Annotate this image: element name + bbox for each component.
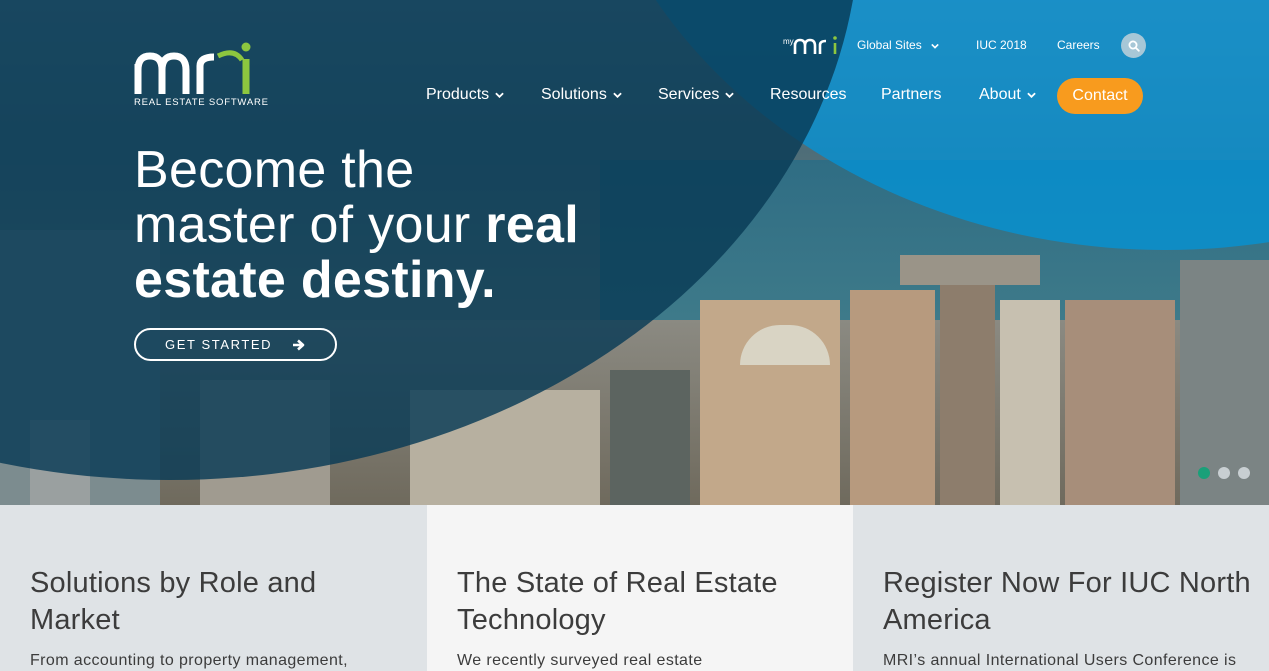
nav-products[interactable]: Products [426, 86, 504, 104]
carousel-dot-1[interactable] [1198, 467, 1210, 479]
chevron-down-icon [931, 43, 939, 49]
card-body: MRI’s annual International Users Confere… [883, 652, 1237, 669]
card-body: From accounting to property management, [30, 652, 348, 669]
hero-banner: REAL ESTATE SOFTWARE my Global Sites IUC… [0, 0, 1269, 505]
carousel-dot-3[interactable] [1238, 467, 1250, 479]
nav-resources[interactable]: Resources [770, 86, 846, 104]
logo-tagline: REAL ESTATE SOFTWARE [134, 97, 269, 108]
iuc-link[interactable]: IUC 2018 [976, 38, 1027, 52]
svg-text:my: my [783, 37, 794, 46]
nav-about[interactable]: About [979, 86, 1036, 104]
card-title: Solutions by Role and Market [30, 567, 317, 636]
chevron-down-icon [1027, 92, 1036, 98]
search-button[interactable] [1121, 33, 1146, 58]
get-started-label: GET STARTED [165, 337, 273, 352]
chevron-down-icon [725, 92, 735, 98]
card-body: We recently surveyed real estate [457, 652, 703, 669]
contact-button[interactable]: Contact [1057, 78, 1143, 114]
hero-line-2: master of your [134, 196, 486, 254]
chevron-down-icon [613, 92, 622, 98]
card-state-of-tech[interactable]: The State of Real Estate Technology We r… [427, 505, 853, 671]
hero-line-1: Become the [134, 141, 415, 199]
hero-line-3: estate destiny. [134, 251, 496, 309]
card-title: Register Now For IUC North America [883, 567, 1251, 636]
nav-solutions[interactable]: Solutions [541, 86, 622, 104]
nav-about-label: About [979, 86, 1021, 103]
arrow-right-icon [293, 339, 305, 351]
search-icon [1128, 40, 1140, 52]
careers-link[interactable]: Careers [1057, 38, 1100, 52]
nav-services[interactable]: Services [658, 86, 735, 104]
card-title: The State of Real Estate Technology [457, 567, 778, 636]
card-iuc-register[interactable]: Register Now For IUC North America MRI’s… [853, 505, 1269, 671]
hero-headline: Become the master of your real estate de… [134, 143, 694, 308]
get-started-button[interactable]: GET STARTED [134, 328, 337, 361]
mymri-link[interactable]: my [783, 35, 839, 55]
hero-line-2-bold: real [485, 196, 580, 254]
chevron-down-icon [495, 92, 504, 98]
global-sites-dropdown[interactable]: Global Sites [857, 38, 939, 52]
nav-services-label: Services [658, 86, 720, 103]
global-sites-label: Global Sites [857, 38, 922, 52]
card-solutions[interactable]: Solutions by Role and Market From accoun… [0, 505, 427, 671]
nav-products-label: Products [426, 86, 490, 103]
nav-partners[interactable]: Partners [881, 86, 941, 104]
feature-cards: Solutions by Role and Market From accoun… [0, 505, 1269, 671]
nav-solutions-label: Solutions [541, 86, 607, 103]
carousel-dot-2[interactable] [1218, 467, 1230, 479]
